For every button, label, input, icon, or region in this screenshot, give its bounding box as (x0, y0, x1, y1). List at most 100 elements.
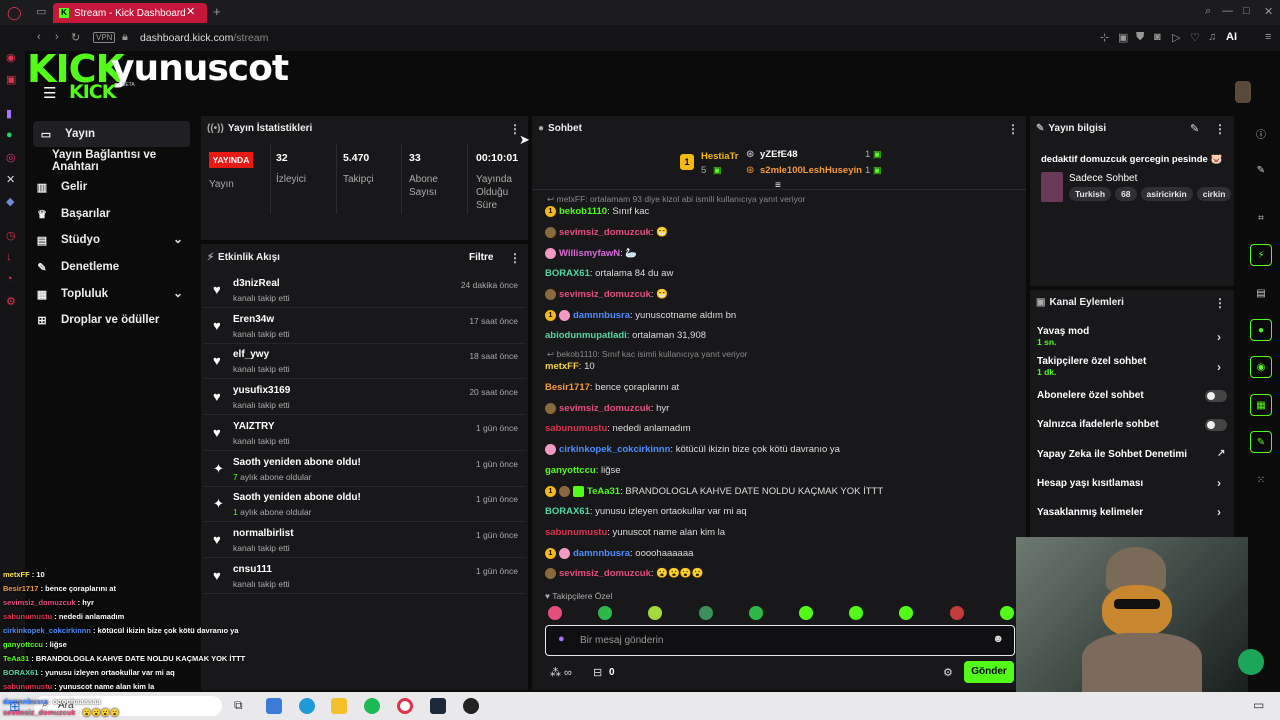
emote-icon[interactable] (999, 606, 1014, 620)
tag[interactable]: Turkish (1069, 187, 1112, 201)
nav-item-gelir[interactable]: ▥ Gelir (35, 174, 87, 200)
nav-item-topluluk[interactable]: ▦ Topluluk (35, 281, 108, 307)
chevron-down-icon[interactable]: ⌄ (173, 232, 183, 246)
more-icon[interactable]: ⁙ (1250, 469, 1272, 491)
layout-icon[interactable]: ▦ (1250, 394, 1272, 416)
sidebar-history-icon[interactable]: ◷ (6, 229, 16, 242)
chat-input[interactable]: ● Bir mesaj gönderin ☻ (545, 625, 1015, 656)
emote-icon[interactable] (748, 606, 763, 620)
wrench-icon[interactable]: ✎ (1250, 431, 1272, 453)
opera-logo-icon[interactable]: ◯ (7, 5, 22, 21)
chat-message[interactable]: sevimsiz_domuzcuk: 😁 (545, 289, 668, 300)
search-tabs-icon[interactable]: ⌕ (1205, 5, 1211, 18)
sidebar-clock-icon[interactable]: ◔ (6, 273, 13, 285)
subs-chat-toggle[interactable] (1205, 390, 1227, 402)
activity-row[interactable]: ♥ normalbirlist kanalı takip etti 1 gün … (203, 522, 526, 558)
minimize-icon[interactable]: — (1222, 5, 1233, 17)
tab-workspace-icon[interactable]: ▭ (36, 5, 46, 18)
gift-sub-icon[interactable]: ⊟ (593, 666, 602, 679)
chat-message[interactable]: abiodunmupatladi: ortalaman 31,908 (545, 330, 706, 341)
info-icon[interactable]: ⓘ (1250, 122, 1272, 144)
activity-row[interactable]: ✦ Saoth yeniden abone oldu! 7 aylık abon… (203, 451, 526, 487)
kebab-menu-icon[interactable]: ⋮ (1214, 122, 1226, 136)
aria-ai-button[interactable]: AI (1226, 31, 1237, 43)
obs-icon[interactable] (463, 698, 479, 714)
browser-tab-active[interactable]: K Stream - Kick Dashboard (53, 3, 207, 23)
sidebar-instagram-icon[interactable]: ◎ (6, 151, 16, 164)
notification-icon[interactable]: ▭ (1253, 698, 1264, 712)
channel-points-icon[interactable]: ⁂ ∞ (550, 666, 572, 679)
bell-icon[interactable]: ♫ (1208, 31, 1216, 43)
chat-message[interactable]: Besir1717: bence çoraplarını at (545, 382, 679, 393)
chevron-right-icon[interactable]: › (1217, 330, 1221, 344)
shield-icon[interactable]: ⛊ (1136, 31, 1144, 44)
player-icon[interactable]: ▷ (1172, 31, 1180, 44)
chat-message[interactable]: BORAX61: yunusu izleyen ortaokullar var … (545, 506, 747, 517)
chat-message[interactable]: cirkinkopek_cokcirkinnn: kötücül ikizin … (545, 444, 840, 455)
tag[interactable]: cirkin (1196, 187, 1232, 201)
edit-icon[interactable]: ✎ (1250, 159, 1272, 181)
tab-close-icon[interactable]: ✕ (186, 5, 195, 18)
sidebar-opera-icon[interactable]: ◉ (6, 51, 16, 64)
expand-gifters-icon[interactable]: ≡ (775, 180, 781, 191)
hamburger-menu-icon[interactable]: ☰ (43, 84, 56, 102)
nav-item-droplar[interactable]: ⊞ Droplar ve ödüller (35, 307, 159, 333)
filter-button[interactable]: Filtre (469, 252, 493, 263)
close-window-icon[interactable]: ✕ (1264, 5, 1273, 18)
reload-icon[interactable]: ↻ (71, 31, 80, 44)
opera-taskbar-icon[interactable] (397, 698, 413, 714)
followers-chat-row[interactable]: Takipçilere özel sohbet 1 dk. (1037, 356, 1227, 378)
chat-message[interactable]: 1 TeAa31: BRANDOLOGLA KAHVE DATE NOLDU KA… (545, 486, 883, 497)
screenshot-icon[interactable]: ▣ (1118, 31, 1128, 44)
forward-icon[interactable]: › (55, 31, 59, 43)
sidebar-whatsapp-icon[interactable]: ● (6, 129, 13, 141)
new-tab-icon[interactable]: + (213, 4, 221, 19)
chat-message[interactable]: sabunumustu: yunuscot name alan kim la (545, 527, 725, 538)
activity-row[interactable]: ♥ d3nizReal kanalı takip etti 24 dakika … (203, 272, 526, 308)
slow-mode-row[interactable]: Yavaş mod 1 sn. (1037, 326, 1227, 348)
chat-message[interactable]: sevimsiz_domuzcuk: 😁 (545, 227, 668, 238)
back-icon[interactable]: ‹ (37, 31, 41, 43)
activity-row[interactable]: ♥ cnsu111 kanalı takip etti 1 gün önce (203, 558, 526, 594)
chat-message[interactable]: metxFF: 10 (545, 361, 595, 372)
camera-icon[interactable]: ◙ (1154, 31, 1161, 43)
broadcast-icon[interactable]: ◉ (1250, 356, 1272, 378)
pin-icon[interactable]: ⊹ (1100, 31, 1109, 44)
menu-icon[interactable]: ≡ (1265, 31, 1271, 43)
emote-icon[interactable] (548, 606, 562, 620)
sidebar-download-icon[interactable]: ↓ (6, 251, 12, 263)
chat-input-placeholder[interactable]: Bir mesaj gönderin (580, 635, 663, 646)
profile-avatar[interactable] (1235, 81, 1251, 103)
file-explorer-icon[interactable] (331, 698, 347, 714)
gifter-3-name[interactable]: s2mle100LeshHuseyin (760, 165, 862, 176)
steam-icon[interactable] (430, 698, 446, 714)
task-view-icon[interactable]: ⧉ (234, 698, 243, 713)
tag[interactable]: 68 (1115, 187, 1137, 201)
kebab-menu-icon[interactable]: ⋮ (1007, 122, 1019, 136)
chat-message[interactable]: 1 damnnbusra: yunuscotname aldım bn (545, 310, 736, 321)
chat-message[interactable]: 1 bekob1110: Sınıf kac (545, 206, 649, 217)
sidebar-discord-icon[interactable]: ◆ (6, 195, 14, 208)
activity-row[interactable]: ♥ Eren34w kanalı takip etti 17 saat önce (203, 308, 526, 344)
emote-icon[interactable] (799, 606, 813, 620)
edit-icon[interactable]: ✎ (1190, 122, 1199, 135)
chat-settings-icon[interactable]: ⚙ (943, 666, 953, 679)
chevron-right-icon[interactable]: › (1217, 505, 1221, 519)
chat-icon[interactable]: ● (1250, 319, 1272, 341)
emote-icon[interactable] (698, 606, 713, 620)
kebab-menu-icon[interactable]: ⋮ (509, 251, 521, 265)
bolt-icon[interactable]: ⚡︎ (1250, 244, 1272, 266)
spotify-icon[interactable] (364, 698, 380, 714)
banned-words-row[interactable]: Yasaklanmış kelimeler (1037, 507, 1227, 518)
tag[interactable]: asiricirkin (1140, 187, 1193, 201)
nav-item-stream-key[interactable]: Yayın Bağlantısı ve Anahtarı (52, 148, 197, 174)
activity-row[interactable]: ♥ yusufix3169 kanalı takip etti 20 saat … (203, 379, 526, 416)
chat-message[interactable]: BORAX61: ortalama 84 du aw (545, 268, 673, 279)
document-icon[interactable]: ▤ (1250, 282, 1272, 304)
chat-message[interactable]: sevimsiz_domuzcuk: hyr (545, 403, 669, 414)
emote-icon[interactable] (949, 606, 964, 620)
capture-icon[interactable]: ⌗ (1250, 207, 1272, 229)
heart-icon[interactable]: ♡ (1190, 31, 1200, 44)
vpn-badge[interactable]: VPN (93, 32, 116, 43)
ai-mod-row[interactable]: Yapay Zeka ile Sohbet Denetimi (1037, 449, 1227, 460)
